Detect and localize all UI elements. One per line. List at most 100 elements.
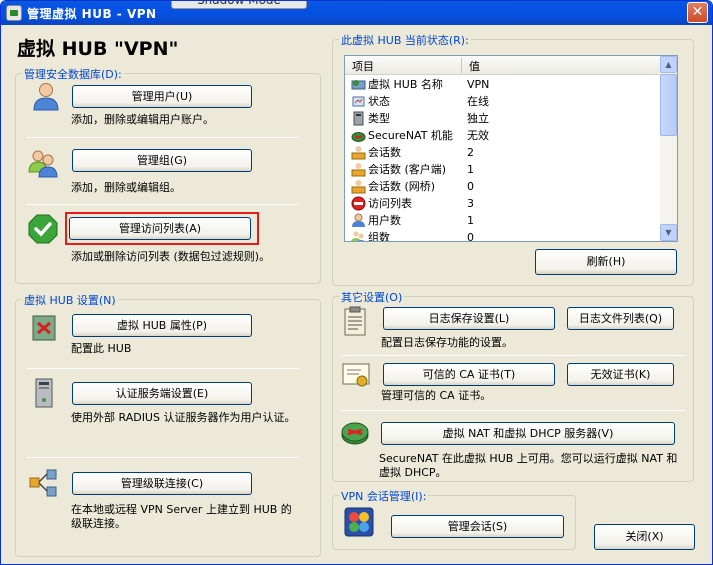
- access-list-icon: [351, 196, 366, 211]
- server-icon: [353, 111, 364, 126]
- status-row[interactable]: 访问列表 3: [345, 195, 661, 212]
- hub-properties-description: 配置此 HUB: [71, 342, 132, 355]
- ca-description: 管理可信的 CA 证书。: [381, 389, 492, 402]
- scroll-down-icon[interactable]: ▼: [660, 224, 677, 241]
- separator: [27, 457, 299, 458]
- manage-users-button[interactable]: 管理用户(U): [72, 85, 252, 108]
- log-description: 配置日志保存功能的设置。: [381, 336, 513, 349]
- status-row-name: 虚拟 HUB 名称: [368, 78, 443, 91]
- log-clipboard-icon: [344, 306, 366, 336]
- access-list-description: 添加或删除访问列表 (数据包过滤规则)。: [71, 250, 271, 263]
- scroll-up-icon[interactable]: ▲: [660, 56, 677, 73]
- security-database-legend: 管理安全数据库(D):: [22, 66, 124, 82]
- sessions-icon: [344, 507, 374, 537]
- status-row-value: 1: [467, 163, 474, 176]
- status-row[interactable]: 用户数 1: [345, 212, 661, 229]
- session-icon: [351, 163, 366, 177]
- securenat-description: SecureNAT 在此虚拟 HUB 上可用。您可以运行虚拟 NAT 和虚拟 D…: [379, 452, 678, 479]
- window-close-button[interactable]: ✕: [687, 2, 708, 23]
- separator: [27, 204, 299, 205]
- column-divider: [461, 58, 462, 73]
- status-list-header: 项目 值: [345, 56, 661, 75]
- user-icon: [33, 83, 59, 111]
- window-title: 管理虚拟 HUB - VPN: [27, 7, 157, 21]
- session-icon: [351, 180, 366, 194]
- group-icon: [351, 231, 365, 241]
- manage-groups-button[interactable]: 管理组(G): [72, 149, 252, 172]
- status-row[interactable]: 类型 独立: [345, 110, 661, 127]
- checkmark-icon: [28, 214, 58, 244]
- hub-icon: [351, 80, 366, 90]
- status-row-name: 访问列表: [368, 197, 412, 210]
- status-row[interactable]: 状态 在线: [345, 93, 661, 110]
- shadow-mode-tab: Shadow Mode: [171, 1, 307, 9]
- separator: [27, 137, 299, 138]
- status-row[interactable]: SecureNAT 机能 无效: [345, 127, 661, 144]
- session-icon: [351, 146, 366, 160]
- status-row[interactable]: 会话数 (网桥) 0: [345, 178, 661, 195]
- status-row-value: 3: [467, 197, 474, 210]
- status-list-scrollbar[interactable]: ▲ ▼: [660, 56, 677, 241]
- cascade-connection-icon: [29, 469, 57, 497]
- securenat-button[interactable]: 虚拟 NAT 和虚拟 DHCP 服务器(V): [381, 422, 675, 445]
- status-row[interactable]: 会话数 2: [345, 144, 661, 161]
- status-row-value: 在线: [467, 95, 489, 108]
- status-row-value: 无效: [467, 129, 489, 142]
- status-row-name: 用户数: [368, 214, 401, 227]
- status-list[interactable]: 项目 值 虚拟 HUB 名称 VPN 状态 在线 类型 独立 SecureNAT…: [344, 55, 678, 242]
- status-row[interactable]: 虚拟 HUB 名称 VPN: [345, 76, 661, 93]
- column-header-value[interactable]: 值: [469, 58, 480, 74]
- title-bar[interactable]: 管理虚拟 HUB - VPN Shadow Mode ✕: [1, 1, 712, 25]
- group-icon: [28, 150, 58, 178]
- server-icon: [35, 378, 53, 408]
- user-icon: [352, 213, 365, 227]
- status-row-name: 类型: [368, 112, 390, 125]
- highlight-box: [65, 212, 259, 245]
- separator: [27, 368, 299, 369]
- status-icon: [352, 96, 365, 107]
- status-row-value: 2: [467, 146, 474, 159]
- status-row-name: SecureNAT 机能: [368, 129, 453, 142]
- status-row-value: 独立: [467, 112, 489, 125]
- status-row-name: 组数: [368, 231, 390, 242]
- radius-description: 使用外部 RADIUS 认证服务器作为用户认证。: [71, 411, 296, 424]
- status-row-value: 0: [467, 180, 474, 193]
- manage-sessions-button[interactable]: 管理会话(S): [391, 515, 564, 538]
- router-icon: [351, 132, 366, 142]
- refresh-button[interactable]: 刷新(H): [535, 249, 677, 275]
- status-row-name: 会话数 (客户端): [368, 163, 447, 176]
- hub-properties-button[interactable]: 虚拟 HUB 属性(P): [72, 314, 252, 337]
- trusted-ca-button[interactable]: 可信的 CA 证书(T): [383, 363, 555, 386]
- users-description: 添加，删除或编辑用户账户。: [71, 113, 214, 126]
- status-row-value: VPN: [467, 78, 490, 91]
- securenat-router-icon: [341, 422, 369, 445]
- status-row-name: 会话数: [368, 146, 401, 159]
- app-icon: [6, 5, 22, 21]
- hub-status-legend: 此虚拟 HUB 当前状态(R):: [339, 32, 471, 48]
- session-management-legend: VPN 会话管理(I):: [339, 488, 429, 504]
- close-button[interactable]: 关闭(X): [594, 524, 695, 550]
- hub-settings-legend: 虚拟 HUB 设置(N): [22, 292, 118, 308]
- hub-properties-icon: [32, 315, 56, 341]
- status-row-name: 状态: [368, 95, 390, 108]
- separator: [341, 410, 685, 411]
- status-row-value: 1: [467, 214, 474, 227]
- hub-manager-window: 管理虚拟 HUB - VPN Shadow Mode ✕ 虚拟 HUB "VPN…: [0, 0, 713, 565]
- certificate-icon: [342, 363, 370, 387]
- radius-settings-button[interactable]: 认证服务端设置(E): [72, 382, 252, 405]
- other-settings-legend: 其它设置(O): [339, 289, 405, 305]
- separator: [341, 355, 685, 356]
- hub-title: 虚拟 HUB "VPN": [17, 38, 179, 60]
- status-row[interactable]: 会话数 (客户端) 1: [345, 161, 661, 178]
- column-header-item[interactable]: 项目: [352, 58, 374, 74]
- status-row[interactable]: 组数 0: [345, 229, 661, 242]
- status-row-name: 会话数 (网桥): [368, 180, 436, 193]
- log-settings-button[interactable]: 日志保存设置(L): [383, 307, 555, 330]
- status-row-value: 0: [467, 231, 474, 242]
- manage-cascade-button[interactable]: 管理级联连接(C): [72, 472, 252, 495]
- invalid-cert-button[interactable]: 无效证书(K): [567, 363, 674, 386]
- scroll-thumb[interactable]: [660, 74, 677, 136]
- log-file-list-button[interactable]: 日志文件列表(Q): [567, 307, 674, 330]
- cascade-description: 在本地或远程 VPN Server 上建立到 HUB 的级联连接。: [71, 503, 292, 530]
- groups-description: 添加，删除或编辑组。: [71, 181, 181, 194]
